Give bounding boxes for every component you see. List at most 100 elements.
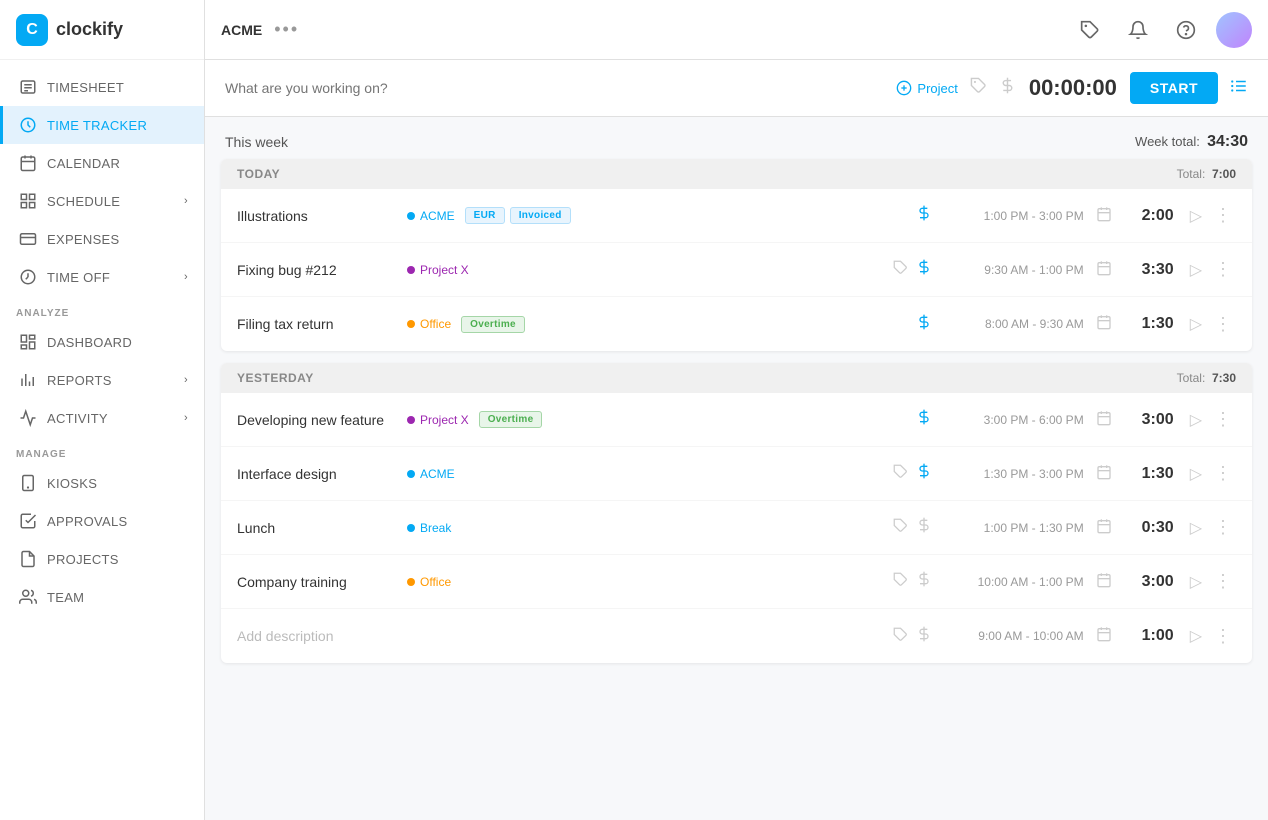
- sidebar-item-timesheet[interactable]: TIMESHEET: [0, 68, 204, 106]
- timer-tag-button[interactable]: [970, 77, 987, 99]
- schedule-icon: [19, 192, 37, 210]
- yesterday-label: Yesterday: [237, 371, 314, 385]
- entry-more-button[interactable]: ⋮: [1210, 567, 1236, 596]
- entry-billable-icon[interactable]: [912, 459, 936, 488]
- entry-calendar-icon[interactable]: [1092, 568, 1116, 596]
- project-name[interactable]: ACME: [420, 209, 455, 223]
- entry-more-button[interactable]: ⋮: [1210, 513, 1236, 542]
- reports-chevron: ›: [184, 374, 188, 386]
- entry-billable-icon[interactable]: [912, 405, 936, 434]
- project-dot: [407, 578, 415, 586]
- project-name[interactable]: Office: [420, 317, 451, 331]
- sidebar-item-dashboard[interactable]: DASHBOARD: [0, 323, 204, 361]
- entry-calendar-icon[interactable]: [1092, 460, 1116, 488]
- project-name[interactable]: Project X: [420, 263, 469, 277]
- project-name[interactable]: Project X: [420, 413, 469, 427]
- logo: C clockify: [0, 0, 204, 60]
- project-dot: [407, 212, 415, 220]
- yesterday-total-time: 7:30: [1212, 371, 1236, 385]
- entry-more-button[interactable]: ⋮: [1210, 255, 1236, 284]
- start-button[interactable]: START: [1130, 72, 1218, 104]
- project-dot: [407, 524, 415, 532]
- entry-time-range: 9:30 AM - 1:00 PM: [944, 263, 1084, 277]
- entry-billable-icon[interactable]: [912, 201, 936, 230]
- entry-more-button[interactable]: ⋮: [1210, 459, 1236, 488]
- entry-play-button[interactable]: ▷: [1182, 202, 1210, 230]
- schedule-label: SCHEDULE: [47, 194, 120, 209]
- dashboard-icon: [19, 333, 37, 351]
- entry-calendar-icon[interactable]: [1092, 406, 1116, 434]
- entry-project: Break: [407, 521, 451, 535]
- entry-play-button[interactable]: ▷: [1182, 256, 1210, 284]
- help-icon: [1176, 20, 1196, 40]
- workspace-dots[interactable]: •••: [274, 19, 299, 40]
- entry-more-button[interactable]: ⋮: [1210, 622, 1236, 651]
- entry-calendar-icon[interactable]: [1092, 622, 1116, 650]
- week-total-time: 34:30: [1207, 133, 1248, 150]
- entry-billable-icon[interactable]: [912, 567, 936, 596]
- sidebar-item-time-tracker[interactable]: TIME TRACKER: [0, 106, 204, 144]
- entry-play-button[interactable]: ▷: [1182, 514, 1210, 542]
- sidebar-item-schedule[interactable]: SCHEDULE ›: [0, 182, 204, 220]
- entry-tag-icon[interactable]: [889, 460, 912, 487]
- entry-tag-icon[interactable]: [889, 568, 912, 595]
- sidebar-item-time-off[interactable]: TIME OFF ›: [0, 258, 204, 296]
- approvals-icon: [19, 512, 37, 530]
- entry-billable-icon[interactable]: [912, 513, 936, 542]
- sidebar-item-activity[interactable]: ACTIVITY ›: [0, 399, 204, 437]
- entry-tag-icon[interactable]: [889, 514, 912, 541]
- kiosks-label: KIOSKS: [47, 476, 97, 491]
- entry-tag-icon[interactable]: [889, 256, 912, 283]
- entry-time-range: 9:00 AM - 10:00 AM: [944, 629, 1084, 643]
- timer-billable-button[interactable]: [999, 77, 1016, 99]
- sidebar-item-kiosks[interactable]: KIOSKS: [0, 464, 204, 502]
- table-row: Developing new feature Project X Overtim…: [221, 393, 1252, 447]
- notifications-icon-btn[interactable]: [1120, 12, 1156, 48]
- timer-description-input[interactable]: [225, 80, 884, 96]
- entry-billable-icon[interactable]: [912, 622, 936, 651]
- entry-duration: 1:30: [1124, 465, 1174, 483]
- analyze-section-label: ANALYZE: [0, 296, 204, 323]
- entry-tag-icon[interactable]: [889, 623, 912, 650]
- sidebar-item-expenses[interactable]: EXPENSES: [0, 220, 204, 258]
- table-row: Interface design ACME 1:30 PM - 3:00 PM …: [221, 447, 1252, 501]
- sidebar-item-reports[interactable]: REPORTS ›: [0, 361, 204, 399]
- entry-play-button[interactable]: ▷: [1182, 622, 1210, 650]
- sidebar-item-approvals[interactable]: APPROVALS: [0, 502, 204, 540]
- yesterday-total: Total: 7:30: [1177, 371, 1236, 385]
- expenses-label: EXPENSES: [47, 232, 119, 247]
- entry-project: Project X: [407, 413, 469, 427]
- entry-play-button[interactable]: ▷: [1182, 568, 1210, 596]
- entry-calendar-icon[interactable]: [1092, 256, 1116, 284]
- help-icon-btn[interactable]: [1168, 12, 1204, 48]
- sidebar-item-team[interactable]: TEAM: [0, 578, 204, 616]
- entry-more-button[interactable]: ⋮: [1210, 201, 1236, 230]
- project-dot: [407, 470, 415, 478]
- entry-placeholder[interactable]: Add description: [237, 628, 334, 644]
- entry-billable-icon[interactable]: [912, 310, 936, 339]
- project-dot: [407, 266, 415, 274]
- project-name[interactable]: Office: [420, 575, 451, 589]
- table-row: Company training Office 10:00 AM - 1:00 …: [221, 555, 1252, 609]
- entry-billable-icon[interactable]: [912, 255, 936, 284]
- timer-mode-toggle[interactable]: [1230, 77, 1248, 100]
- timer-project-button[interactable]: Project: [896, 80, 957, 96]
- entry-play-button[interactable]: ▷: [1182, 460, 1210, 488]
- entry-calendar-icon[interactable]: [1092, 310, 1116, 338]
- entry-more-button[interactable]: ⋮: [1210, 310, 1236, 339]
- today-group: Today Total: 7:00 Illustrations ACME EUR…: [221, 159, 1252, 351]
- sidebar-item-calendar[interactable]: CALENDAR: [0, 144, 204, 182]
- overtime-badge: Overtime: [461, 316, 525, 333]
- entry-more-button[interactable]: ⋮: [1210, 405, 1236, 434]
- bell-icon: [1128, 20, 1148, 40]
- entry-play-button[interactable]: ▷: [1182, 310, 1210, 338]
- entry-play-button[interactable]: ▷: [1182, 406, 1210, 434]
- sidebar-item-projects[interactable]: PROJECTS: [0, 540, 204, 578]
- project-name[interactable]: ACME: [420, 467, 455, 481]
- user-avatar[interactable]: [1216, 12, 1252, 48]
- integrations-icon-btn[interactable]: [1072, 12, 1108, 48]
- entry-calendar-icon[interactable]: [1092, 514, 1116, 542]
- project-name[interactable]: Break: [420, 521, 451, 535]
- time-off-icon: [19, 268, 37, 286]
- entry-calendar-icon[interactable]: [1092, 202, 1116, 230]
